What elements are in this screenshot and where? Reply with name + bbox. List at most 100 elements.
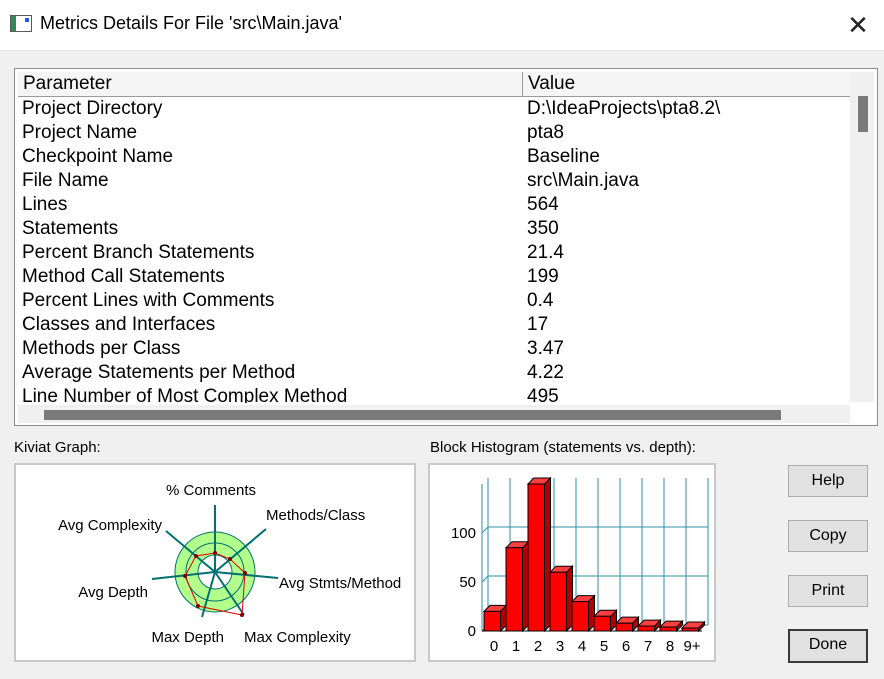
histogram-y-tick-label: 50 <box>459 574 476 591</box>
copy-button[interactable]: Copy <box>788 520 868 552</box>
histogram-bar <box>681 627 699 632</box>
parameter-cell: Classes and Interfaces <box>22 314 216 335</box>
histogram-x-tick-label: 6 <box>622 638 630 655</box>
histogram-y-tick-label: 100 <box>451 525 476 542</box>
kiviat-point <box>243 571 247 575</box>
table-row[interactable]: Project Name pta8 <box>18 121 850 145</box>
parameter-cell: Checkpoint Name <box>22 146 174 167</box>
parameter-cell: Average Statements per Method <box>22 362 296 383</box>
histogram-bar <box>527 483 545 632</box>
kiviat-axis-label: % Comments <box>166 482 256 499</box>
metrics-table: Parameter Value Project Directory D:\Idea… <box>14 68 878 426</box>
histogram-y-tick-label: 0 <box>468 623 476 640</box>
parameter-cell: Line Number of Most Complex Method <box>22 386 348 403</box>
app-icon <box>10 15 32 32</box>
histogram-x-tick-label: 0 <box>490 638 498 655</box>
histogram-caption: Block Histogram (statements vs. depth): <box>430 439 696 456</box>
kiviat-svg: % Comments Methods/Class Avg Stmts/Method M… <box>58 482 401 646</box>
block-histogram: 100 50 0 0 1 2 3 4 5 6 7 8 9+ <box>428 463 716 662</box>
histogram-svg: 1005000 1 2 3 4 5 6 7 8 9+ <box>451 476 709 655</box>
histogram-bar <box>637 625 655 632</box>
value-cell: pta8 <box>527 122 564 143</box>
histogram-x-tick-label: 7 <box>644 638 652 655</box>
histogram-bar <box>571 601 589 632</box>
table-row[interactable]: Methods per Class 3.47 <box>18 337 850 361</box>
table-row[interactable]: Average Statements per Method 4.22 <box>18 361 850 385</box>
histogram-x-tick-label: 2 <box>534 638 542 655</box>
histogram-x-tick-label: 3 <box>556 638 564 655</box>
parameter-cell: Project Directory <box>22 98 163 119</box>
done-button[interactable]: Done <box>788 629 868 663</box>
histogram-gridline <box>481 575 489 583</box>
horizontal-scroll-thumb[interactable] <box>44 410 781 420</box>
vertical-scrollbar[interactable] <box>850 72 874 402</box>
kiviat-axis-label: Methods/Class <box>266 507 365 524</box>
value-cell: 17 <box>527 314 549 335</box>
table-row[interactable]: File Name src\Main.java <box>18 169 850 193</box>
parameter-cell: Methods per Class <box>22 338 181 359</box>
value-cell: 199 <box>527 266 559 287</box>
help-button[interactable]: Help <box>788 465 868 497</box>
parameter-cell: Statements <box>22 218 119 239</box>
vertical-scroll-thumb[interactable] <box>858 96 868 132</box>
histogram-x-tick-label: 8 <box>666 638 674 655</box>
histogram-bar <box>549 571 567 632</box>
histogram-bar <box>505 547 523 632</box>
histogram-bar <box>659 626 677 632</box>
histogram-x-tick-label: 5 <box>600 638 608 655</box>
value-cell: 350 <box>527 218 559 239</box>
table-row[interactable]: Percent Branch Statements 21.4 <box>18 241 850 265</box>
kiviat-graph: % Comments Methods/Class Avg Stmts/Method M… <box>14 463 416 662</box>
histogram-x-tick-label: 9+ <box>683 638 700 655</box>
value-cell: 3.47 <box>527 338 564 359</box>
value-cell: 21.4 <box>527 242 564 263</box>
histogram-x-tick-label: 4 <box>578 638 586 655</box>
kiviat-point <box>196 604 200 608</box>
close-icon[interactable]: ✕ <box>840 8 876 42</box>
table-row[interactable]: Statements 350 <box>18 217 850 241</box>
value-cell: 564 <box>527 194 559 215</box>
kiviat-axis-label: Avg Stmts/Method <box>279 575 401 592</box>
histogram-x-tick-label: 1 <box>512 638 520 655</box>
print-button[interactable]: Print <box>788 575 868 607</box>
kiviat-point <box>228 557 232 561</box>
kiviat-axis-label: Max Complexity <box>244 629 351 646</box>
kiviat-point <box>213 551 217 555</box>
kiviat-axis-label: Max Depth <box>151 629 224 646</box>
kiviat-point <box>194 554 198 558</box>
horizontal-scrollbar[interactable] <box>18 405 850 423</box>
kiviat-axis-label: Avg Depth <box>78 584 148 601</box>
kiviat-caption: Kiviat Graph: <box>14 439 101 456</box>
value-cell: src\Main.java <box>527 170 639 191</box>
parameter-cell: Percent Lines with Comments <box>22 290 275 311</box>
table-header: Parameter Value <box>18 72 850 97</box>
table-row[interactable]: Percent Lines with Comments 0.4 <box>18 289 850 313</box>
table-body: Project Directory D:\IdeaProjects\pta8.2\… <box>18 97 850 403</box>
table-row[interactable]: Method Call Statements 199 <box>18 265 850 289</box>
kiviat-point <box>240 613 244 617</box>
value-cell: 0.4 <box>527 290 554 311</box>
histogram-bar <box>615 622 633 632</box>
column-header-parameter[interactable]: Parameter <box>18 72 523 96</box>
histogram-gridline <box>481 526 489 534</box>
parameter-cell: Method Call Statements <box>22 266 225 287</box>
parameter-cell: Project Name <box>22 122 138 143</box>
histogram-bar <box>593 615 611 632</box>
histogram-bar <box>483 610 501 632</box>
column-header-value[interactable]: Value <box>523 72 850 96</box>
value-cell: D:\IdeaProjects\pta8.2\ <box>527 98 721 119</box>
table-row[interactable]: Checkpoint Name Baseline <box>18 145 850 169</box>
parameter-cell: Lines <box>22 194 68 215</box>
kiviat-point <box>183 574 187 578</box>
parameter-cell: Percent Branch Statements <box>22 242 255 263</box>
window-title: Metrics Details For File 'src\Main.java' <box>40 13 342 33</box>
table-row[interactable]: Project Directory D:\IdeaProjects\pta8.2\ <box>18 97 850 121</box>
table-row[interactable]: Lines 564 <box>18 193 850 217</box>
table-row[interactable]: Classes and Interfaces 17 <box>18 313 850 337</box>
kiviat-axis-label: Avg Complexity <box>58 517 162 534</box>
table-row[interactable]: Line Number of Most Complex Method 495 <box>18 385 850 403</box>
value-cell: 495 <box>527 386 559 403</box>
parameter-cell: File Name <box>22 170 109 191</box>
value-cell: 4.22 <box>527 362 564 383</box>
value-cell: Baseline <box>527 146 600 167</box>
